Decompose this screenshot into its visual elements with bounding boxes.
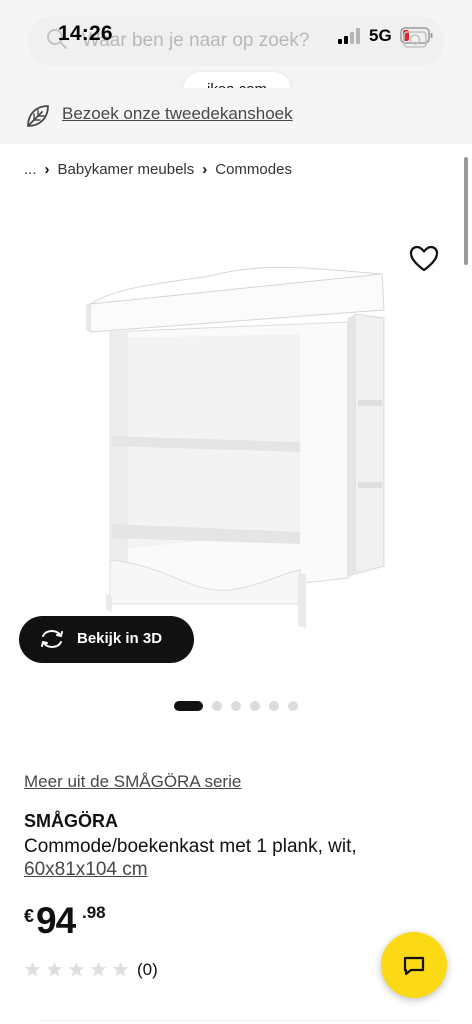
product-size-link[interactable]: 60x81x104 cm: [24, 859, 148, 881]
star-icon: [112, 961, 129, 977]
page-scrollbar[interactable]: [464, 157, 468, 265]
gallery-dot[interactable]: [231, 701, 241, 711]
breadcrumb-commodes[interactable]: Commodes: [215, 161, 292, 178]
gallery-dot[interactable]: [288, 701, 298, 711]
second-chance-link[interactable]: Bezoek onze tweedekanshoek: [62, 104, 293, 124]
view-3d-label: Bekijk in 3D: [77, 630, 163, 647]
price-decimals: .98: [82, 903, 106, 922]
product-name: SMÅGÖRA: [24, 811, 118, 831]
signal-icon: [338, 28, 360, 44]
chat-button[interactable]: [381, 932, 447, 998]
search-placeholder[interactable]: Waar ben je naar op zoek?: [82, 30, 309, 52]
series-link[interactable]: Meer uit de SMÅGÖRA serie: [24, 772, 241, 792]
gallery-dot-active[interactable]: [174, 701, 203, 711]
gallery-dot[interactable]: [269, 701, 279, 711]
star-icon: [46, 961, 63, 977]
price-currency: €: [24, 906, 35, 926]
product-description: Commode/boekenkast met 1 plank, wit,: [24, 836, 357, 857]
gallery-dot[interactable]: [250, 701, 260, 711]
heart-icon[interactable]: [405, 240, 443, 278]
gallery-dot[interactable]: [212, 701, 222, 711]
view-3d-button[interactable]: Bekijk in 3D: [19, 616, 194, 663]
rotate-3d-icon: [41, 629, 63, 649]
divider: [40, 1020, 440, 1021]
breadcrumb-separator: ›: [202, 161, 208, 178]
star-icon: [68, 961, 85, 977]
chat-icon: [403, 956, 425, 976]
breadcrumb: ... › Babykamer meubels › Commodes: [24, 161, 292, 178]
leaf-icon: [27, 105, 49, 127]
gallery-pagination: [174, 701, 298, 711]
network-label: 5G: [369, 26, 392, 45]
product-image: [86, 266, 385, 628]
breadcrumb-babykamer[interactable]: Babykamer meubels: [58, 161, 195, 178]
camera-icon[interactable]: [403, 28, 427, 48]
breadcrumb-separator: ›: [44, 161, 50, 178]
review-count[interactable]: (0): [137, 960, 158, 980]
rating-stars[interactable]: [24, 961, 129, 978]
price-integer: 94: [36, 900, 76, 941]
status-time: 14:26: [58, 22, 113, 45]
breadcrumb-ellipsis[interactable]: ...: [24, 161, 37, 178]
star-icon: [24, 961, 41, 977]
star-icon: [90, 961, 107, 977]
